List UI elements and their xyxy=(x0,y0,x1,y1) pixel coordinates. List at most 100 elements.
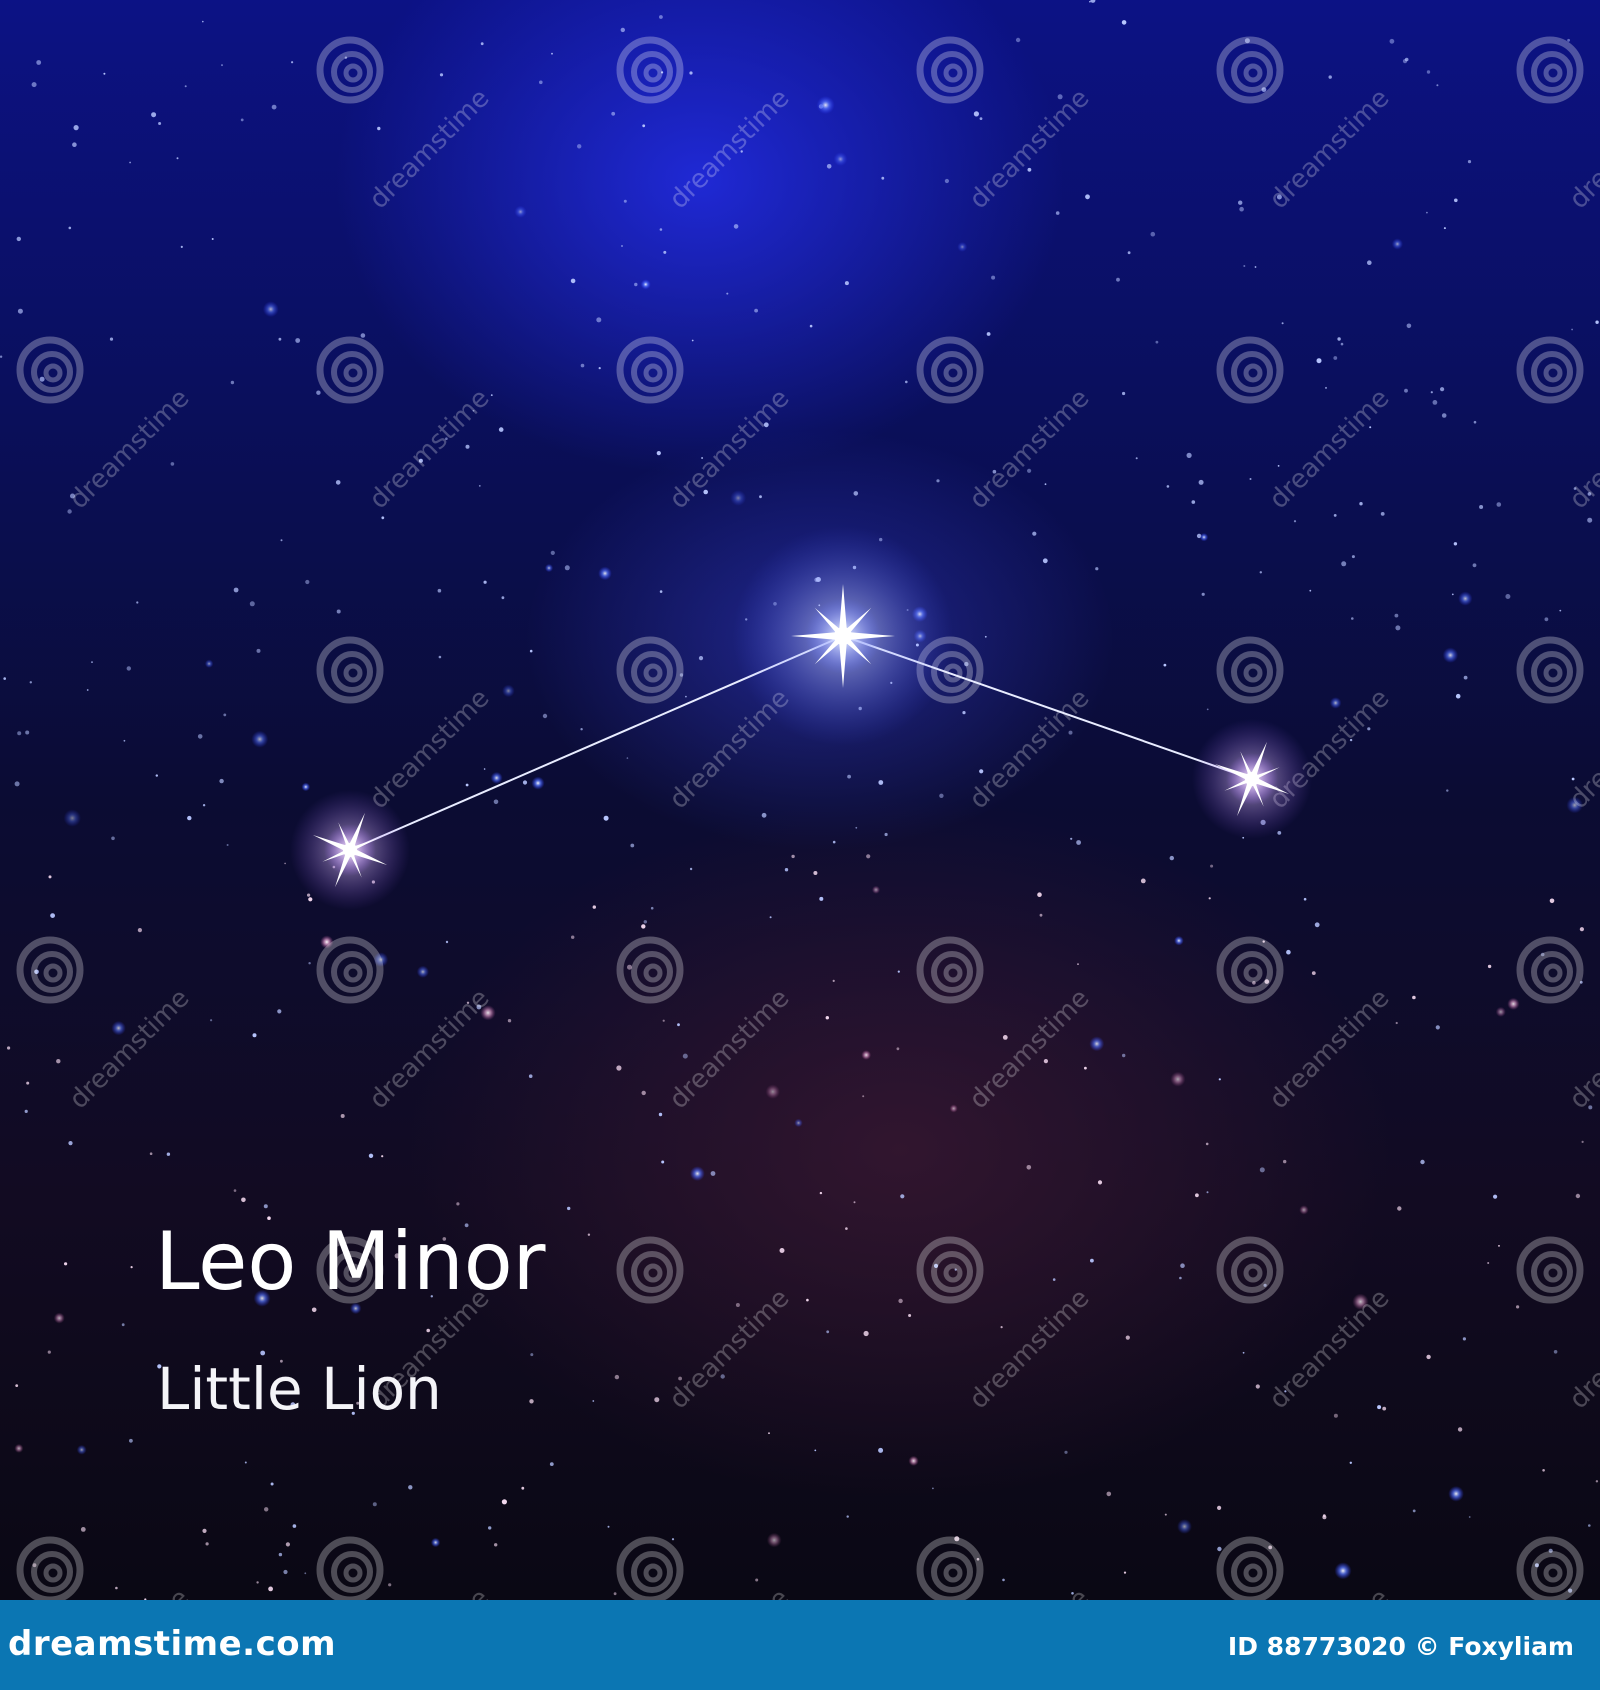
background-star xyxy=(1337,337,1341,341)
background-star xyxy=(567,1206,571,1211)
background-star xyxy=(1140,878,1146,884)
background-star xyxy=(1180,1263,1185,1268)
watermark-text: dreamstime xyxy=(964,983,1096,1115)
background-star xyxy=(616,1065,622,1071)
background-star xyxy=(1435,1025,1440,1030)
background-star xyxy=(465,783,469,787)
background-star xyxy=(197,734,203,739)
background-star xyxy=(1391,238,1403,250)
background-star xyxy=(1043,1059,1048,1064)
background-star xyxy=(1122,391,1126,396)
background-star xyxy=(430,1537,441,1548)
background-star xyxy=(530,1353,534,1357)
background-star xyxy=(1032,531,1037,536)
background-star xyxy=(1587,517,1593,523)
background-star xyxy=(832,979,835,983)
watermark-logo xyxy=(620,1540,680,1600)
background-star xyxy=(445,940,449,944)
background-star xyxy=(663,250,667,254)
background-star xyxy=(1206,1191,1209,1194)
background-star xyxy=(230,380,235,385)
background-star xyxy=(813,871,818,875)
background-star xyxy=(1191,500,1196,504)
background-star xyxy=(372,1502,377,1507)
background-star xyxy=(438,655,442,659)
background-star xyxy=(1328,75,1332,79)
background-star xyxy=(1106,1491,1112,1497)
background-star xyxy=(291,61,294,64)
background-star xyxy=(620,27,625,33)
background-star xyxy=(1316,358,1322,364)
background-star xyxy=(1451,593,1454,596)
background-star xyxy=(184,85,187,88)
background-star xyxy=(962,711,966,715)
background-star xyxy=(634,282,638,287)
background-star xyxy=(659,15,663,19)
background-star xyxy=(1446,789,1449,792)
background-star xyxy=(7,1046,11,1050)
background-star xyxy=(690,1166,705,1181)
background-star xyxy=(480,42,484,46)
background-star xyxy=(659,590,663,593)
watermark-logo xyxy=(320,1540,380,1600)
background-star xyxy=(1164,1513,1167,1516)
background-star xyxy=(123,739,126,742)
background-star xyxy=(507,1019,512,1023)
background-star xyxy=(501,596,505,600)
background-star xyxy=(50,913,55,918)
background-star xyxy=(659,228,663,231)
background-star xyxy=(730,490,747,506)
background-star xyxy=(292,1524,297,1528)
background-star xyxy=(1333,1413,1338,1418)
background-star xyxy=(111,836,115,841)
background-star xyxy=(24,1109,28,1113)
background-star xyxy=(1351,617,1354,620)
background-star xyxy=(270,1482,274,1486)
background-star xyxy=(15,1384,19,1387)
background-star xyxy=(855,826,858,829)
background-star xyxy=(483,580,487,584)
background-star xyxy=(1198,479,1204,485)
background-star xyxy=(1286,949,1291,955)
background-star xyxy=(1430,391,1433,394)
background-star xyxy=(596,317,602,323)
background-star xyxy=(17,731,22,736)
background-star xyxy=(571,935,575,939)
background-star xyxy=(136,601,139,604)
background-star xyxy=(1299,1205,1309,1215)
background-star xyxy=(305,579,310,585)
background-star xyxy=(871,885,881,894)
background-star xyxy=(1089,0,1091,3)
watermark-text: dreamstime xyxy=(1264,1583,1396,1600)
background-star xyxy=(1205,1142,1209,1146)
watermark-logo xyxy=(620,1240,680,1300)
background-star xyxy=(1382,1406,1387,1411)
watermark-logo xyxy=(620,640,680,700)
background-star xyxy=(551,52,553,55)
watermark-logo xyxy=(920,1240,980,1300)
background-star xyxy=(1037,892,1042,897)
background-star xyxy=(53,1312,65,1324)
background-star xyxy=(1579,927,1584,932)
background-star xyxy=(278,1552,283,1557)
watermark-logo xyxy=(620,40,680,100)
background-star xyxy=(881,176,885,180)
watermark-logo xyxy=(20,340,80,400)
background-star xyxy=(853,491,859,496)
background-star xyxy=(626,757,629,759)
background-star xyxy=(1015,37,1021,43)
background-star xyxy=(766,1532,782,1548)
background-star xyxy=(31,82,37,88)
watermark-logo xyxy=(1220,1540,1280,1600)
background-star xyxy=(1254,266,1257,268)
background-star xyxy=(759,495,762,499)
background-star xyxy=(939,793,944,798)
background-star xyxy=(761,812,767,818)
background-star xyxy=(252,1033,257,1038)
background-star xyxy=(1121,20,1127,25)
watermark-text: dreamstime xyxy=(64,383,196,515)
background-star xyxy=(1186,452,1192,458)
background-star xyxy=(1472,563,1477,568)
background-star xyxy=(67,509,72,514)
background-star xyxy=(641,924,646,929)
